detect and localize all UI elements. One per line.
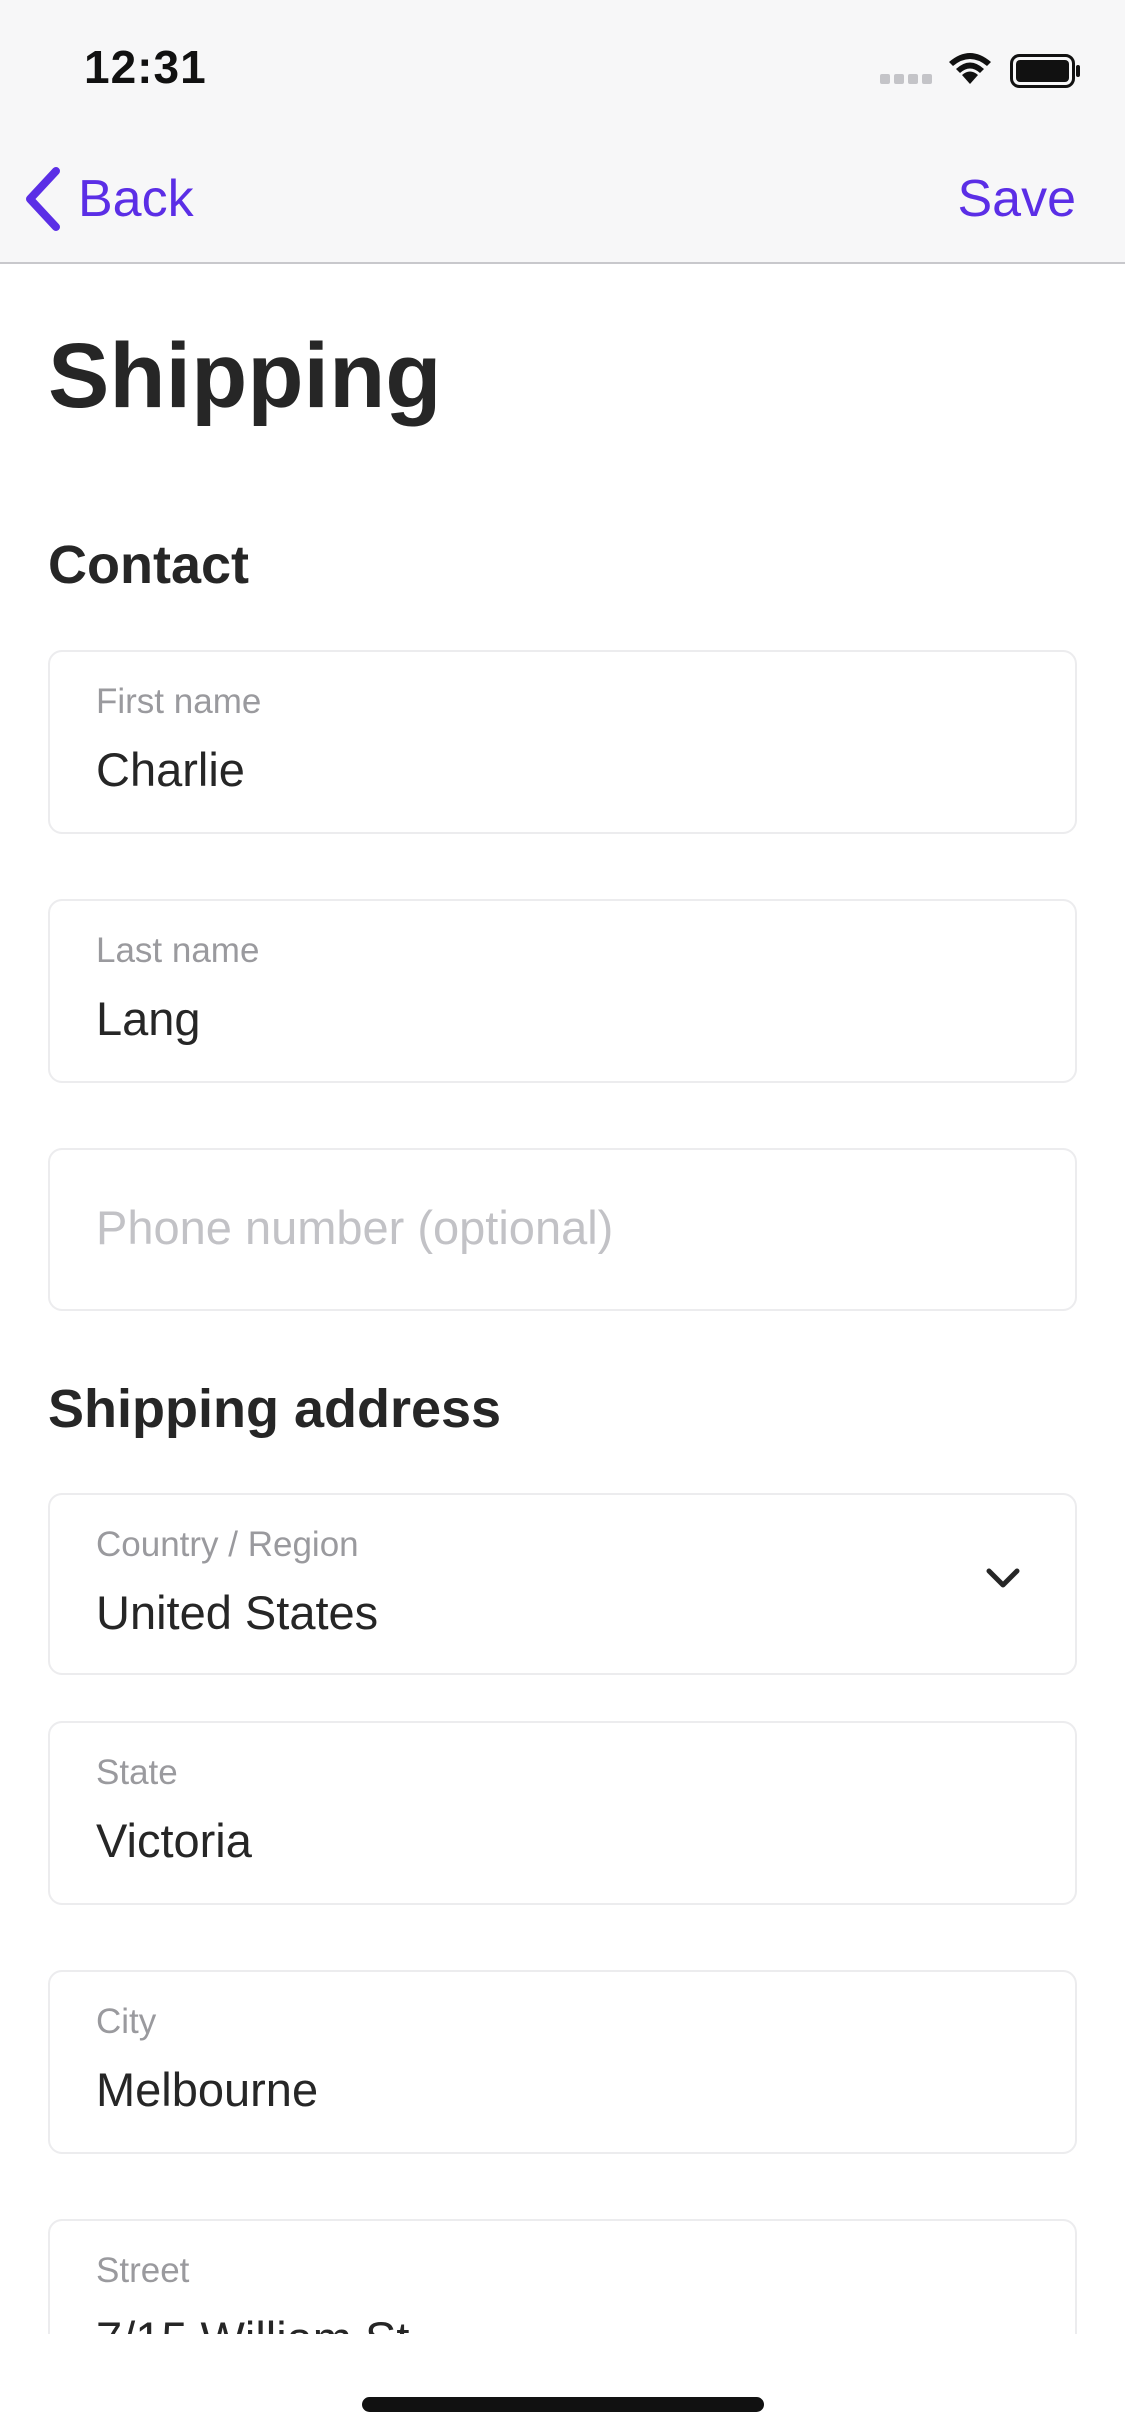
home-indicator[interactable] — [362, 2397, 764, 2412]
first-name-value[interactable]: Charlie — [96, 742, 245, 797]
city-value[interactable]: Melbourne — [96, 2062, 318, 2117]
country-region-label: Country / Region — [96, 1525, 359, 1564]
chevron-left-icon — [26, 167, 60, 231]
chevron-down-icon[interactable] — [985, 1567, 1021, 1591]
last-name-value[interactable]: Lang — [96, 991, 201, 1046]
first-name-field[interactable]: First name Charlie — [48, 650, 1077, 834]
form-content[interactable]: Shipping Contact First name Charlie Last… — [0, 264, 1125, 2334]
street-label: Street — [96, 2251, 190, 2290]
page-title: Shipping — [48, 325, 442, 427]
last-name-field[interactable]: Last name Lang — [48, 899, 1077, 1083]
street-field[interactable]: Street 7/15 William St — [48, 2219, 1077, 2334]
status-bar: 12:31 — [0, 0, 1125, 132]
state-label: State — [96, 1753, 178, 1792]
phone-number-field[interactable]: Phone number (optional) — [48, 1148, 1077, 1311]
status-time: 12:31 — [84, 41, 207, 93]
contact-section-title: Contact — [48, 535, 249, 595]
city-label: City — [96, 2002, 157, 2041]
state-field[interactable]: State Victoria — [48, 1721, 1077, 1905]
street-value[interactable]: 7/15 William St — [96, 2311, 409, 2334]
save-button[interactable]: Save — [957, 164, 1076, 234]
back-button-label: Back — [78, 170, 194, 228]
first-name-label: First name — [96, 682, 262, 721]
shipping-address-section-title: Shipping address — [48, 1379, 502, 1439]
state-value[interactable]: Victoria — [96, 1813, 252, 1868]
last-name-label: Last name — [96, 931, 260, 970]
cellular-signal-icon — [880, 74, 932, 84]
back-button[interactable]: Back — [24, 164, 194, 234]
country-region-value[interactable]: United States — [96, 1585, 378, 1640]
navigation-bar: Back Save — [0, 132, 1125, 264]
country-region-select[interactable]: Country / Region United States — [48, 1493, 1077, 1675]
battery-icon — [1010, 54, 1080, 88]
phone-number-placeholder[interactable]: Phone number (optional) — [96, 1200, 613, 1255]
city-field[interactable]: City Melbourne — [48, 1970, 1077, 2154]
wifi-icon — [949, 53, 991, 84]
